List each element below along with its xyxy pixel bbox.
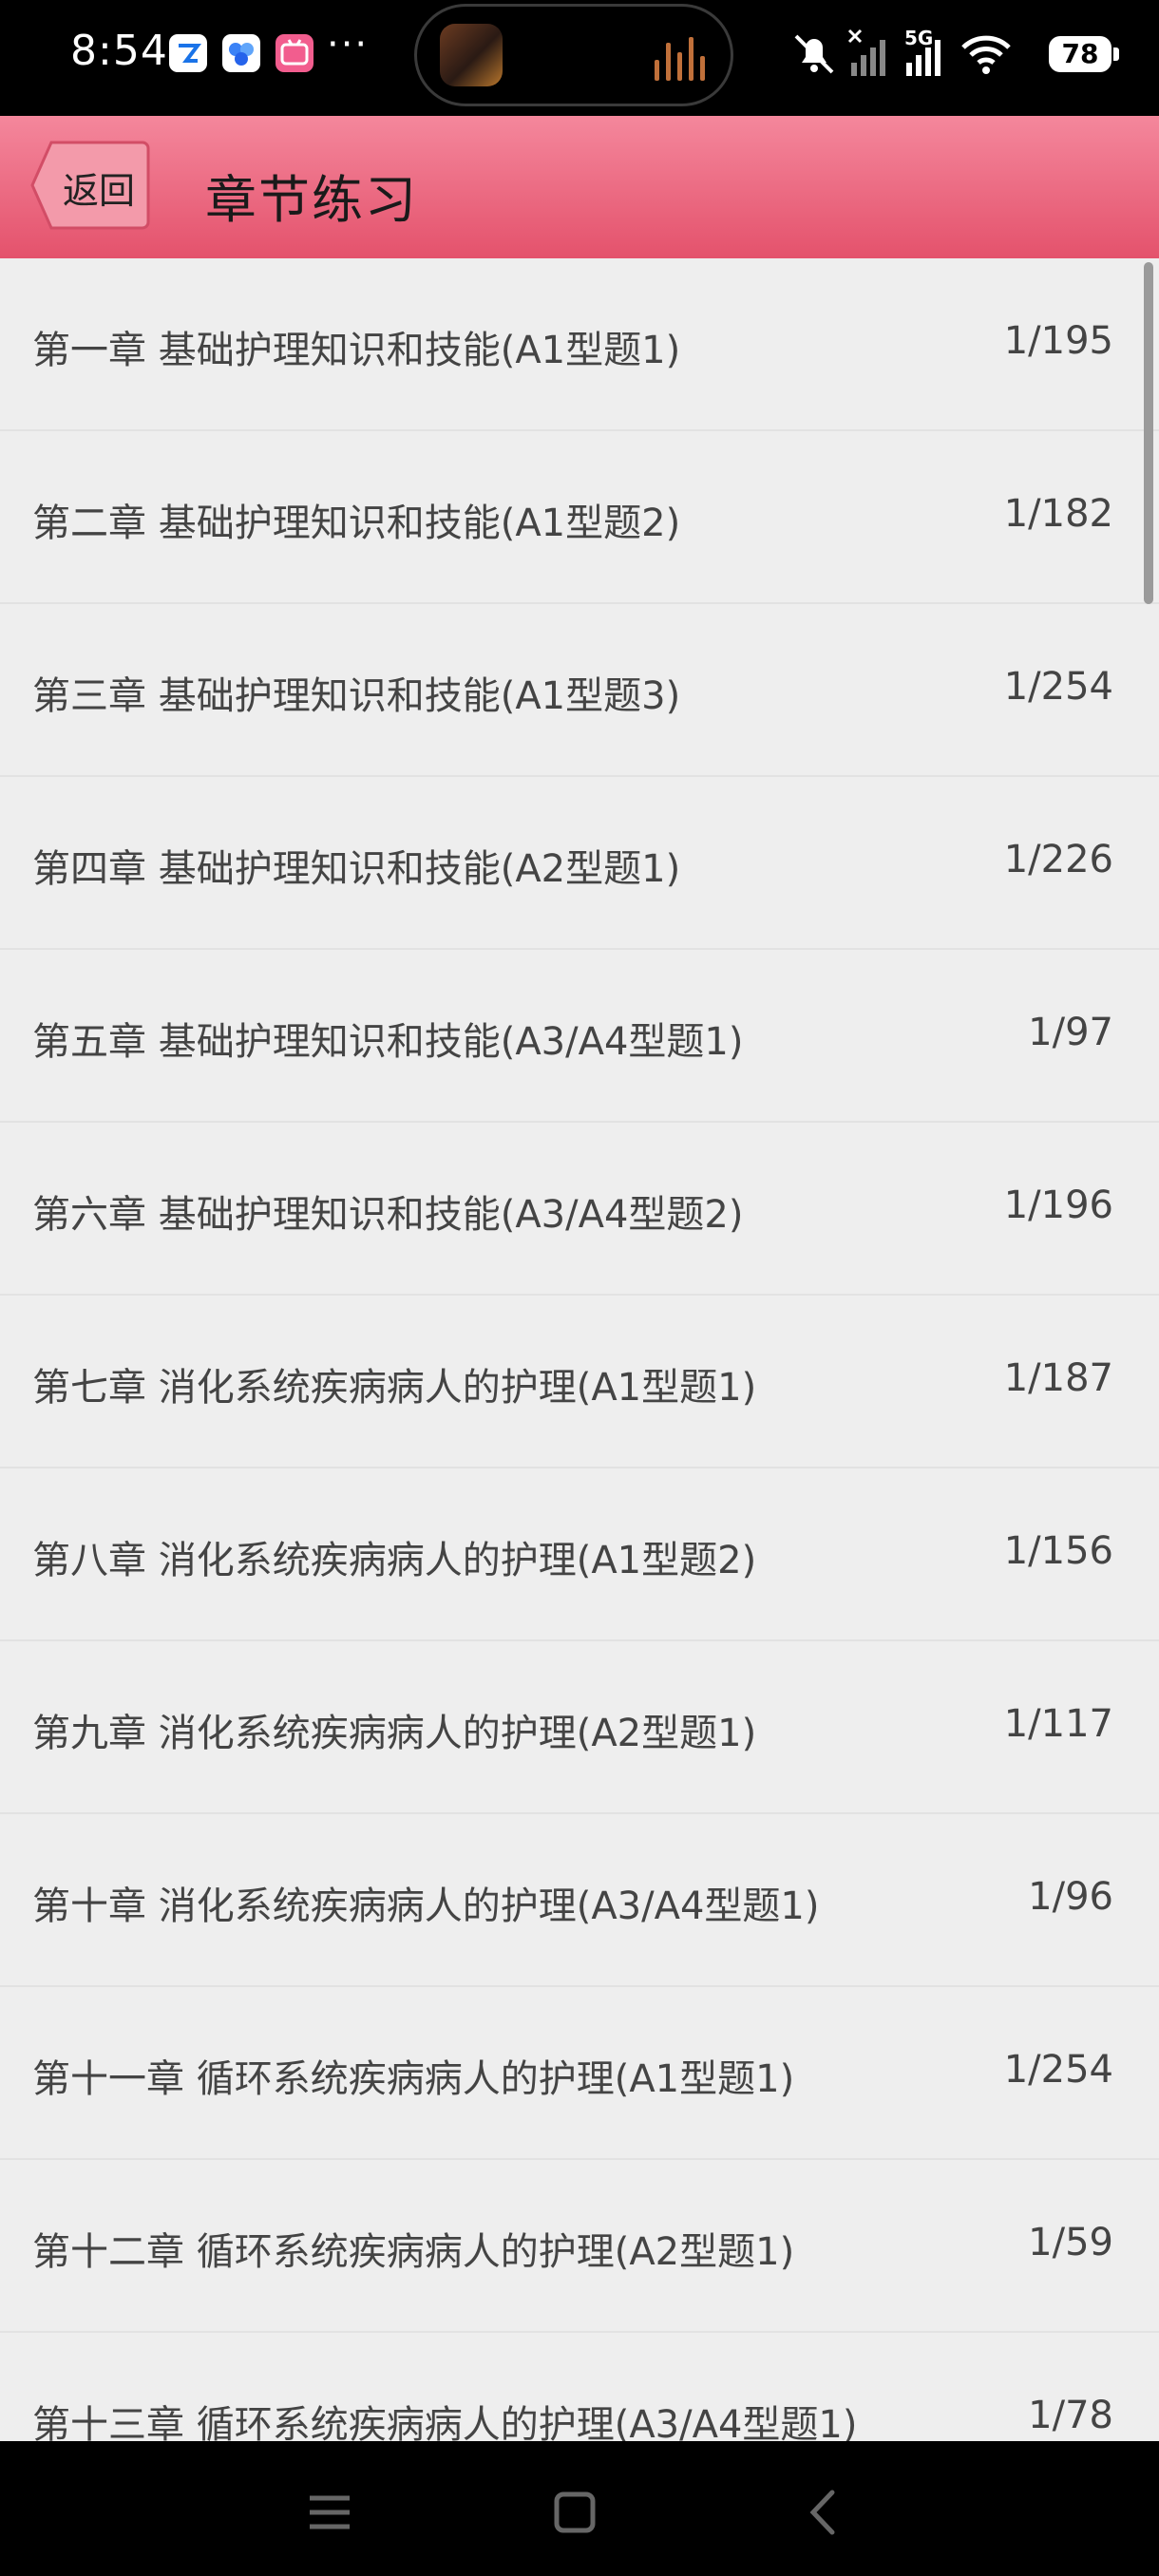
chapter-progress: 1/196 bbox=[1003, 1184, 1113, 1227]
back-label: 返回 bbox=[63, 170, 136, 212]
chapter-title: 第十一章 循环系统疾病病人的护理(A1型题1) bbox=[32, 2057, 795, 2101]
chapter-item[interactable]: 第十一章 循环系统疾病病人的护理(A1型题1) 1/254 bbox=[0, 1987, 1159, 2160]
menu-icon[interactable] bbox=[296, 2479, 363, 2546]
chapter-title: 第六章 基础护理知识和技能(A3/A4型题2) bbox=[32, 1193, 744, 1237]
chapter-item[interactable]: 第一章 基础护理知识和技能(A1型题1) 1/195 bbox=[0, 258, 1159, 431]
chapter-item[interactable]: 第二章 基础护理知识和技能(A1型题2) 1/182 bbox=[0, 431, 1159, 604]
chapter-title: 第二章 基础护理知识和技能(A1型题2) bbox=[32, 502, 681, 545]
bilibili-icon bbox=[276, 34, 314, 72]
wifi-icon bbox=[961, 35, 1011, 74]
chapter-item[interactable]: 第十三章 循环系统疾病病人的护理(A3/A4型题1) 1/78 bbox=[0, 2333, 1159, 2441]
more-notifications: ··· bbox=[327, 23, 370, 66]
chapter-title: 第十章 消化系统疾病病人的护理(A3/A4型题1) bbox=[32, 1885, 820, 1928]
chapter-progress: 1/226 bbox=[1003, 838, 1113, 881]
status-time: 8:54 bbox=[70, 27, 168, 75]
app-icon-1 bbox=[169, 34, 207, 72]
chapter-title: 第九章 消化系统疾病病人的护理(A2型题1) bbox=[32, 1712, 757, 1755]
signal-icon bbox=[906, 40, 940, 76]
chapter-progress: 1/254 bbox=[1003, 665, 1113, 709]
chapter-title: 第七章 消化系统疾病病人的护理(A1型题1) bbox=[32, 1366, 757, 1410]
home-icon[interactable] bbox=[542, 2479, 608, 2546]
chapter-title: 第八章 消化系统疾病病人的护理(A1型题2) bbox=[32, 1539, 757, 1582]
chapter-item[interactable]: 第五章 基础护理知识和技能(A3/A4型题1) 1/97 bbox=[0, 950, 1159, 1123]
chapter-progress: 1/182 bbox=[1003, 492, 1113, 536]
chapter-title: 第十二章 循环系统疾病病人的护理(A2型题1) bbox=[32, 2230, 795, 2274]
chapter-item[interactable]: 第十章 消化系统疾病病人的护理(A3/A4型题1) 1/96 bbox=[0, 1814, 1159, 1987]
chapter-list[interactable]: 第一章 基础护理知识和技能(A1型题1) 1/195 第二章 基础护理知识和技能… bbox=[0, 258, 1159, 2441]
chapter-progress: 1/97 bbox=[1028, 1011, 1113, 1054]
battery-tip bbox=[1113, 47, 1119, 61]
chapter-item[interactable]: 第八章 消化系统疾病病人的护理(A1型题2) 1/156 bbox=[0, 1468, 1159, 1641]
battery-icon: 78 bbox=[1049, 36, 1112, 72]
chapter-title: 第十三章 循环系统疾病病人的护理(A3/A4型题1) bbox=[32, 2403, 858, 2441]
media-thumbnail bbox=[440, 24, 503, 86]
chapter-item[interactable]: 第四章 基础护理知识和技能(A2型题1) 1/226 bbox=[0, 777, 1159, 950]
app-icon-2 bbox=[222, 34, 260, 72]
status-bar: 8:54 ··· 5G 78 bbox=[0, 0, 1159, 116]
system-nav-bar bbox=[0, 2441, 1159, 2576]
chapter-item[interactable]: 第七章 消化系统疾病病人的护理(A1型题1) 1/187 bbox=[0, 1296, 1159, 1468]
chapter-title: 第四章 基础护理知识和技能(A2型题1) bbox=[32, 847, 681, 891]
mute-icon bbox=[794, 34, 834, 74]
signal-off-icon bbox=[847, 28, 885, 76]
dynamic-island[interactable] bbox=[414, 4, 733, 106]
scrollbar-thumb[interactable] bbox=[1144, 262, 1153, 604]
chapter-title: 第三章 基础护理知识和技能(A1型题3) bbox=[32, 674, 681, 718]
chapter-progress: 1/59 bbox=[1028, 2221, 1113, 2264]
chapter-title: 第一章 基础护理知识和技能(A1型题1) bbox=[32, 329, 681, 372]
chapter-item[interactable]: 第十二章 循环系统疾病病人的护理(A2型题1) 1/59 bbox=[0, 2160, 1159, 2333]
chapter-title: 第五章 基础护理知识和技能(A3/A4型题1) bbox=[32, 1020, 744, 1064]
back-button[interactable]: 返回 bbox=[30, 141, 150, 230]
chapter-progress: 1/156 bbox=[1003, 1529, 1113, 1573]
chapter-progress: 1/187 bbox=[1003, 1356, 1113, 1400]
chapter-item[interactable]: 第三章 基础护理知识和技能(A1型题3) 1/254 bbox=[0, 604, 1159, 777]
chapter-progress: 1/117 bbox=[1003, 1702, 1113, 1746]
chapter-progress: 1/96 bbox=[1028, 1875, 1113, 1919]
chapter-item[interactable]: 第九章 消化系统疾病病人的护理(A2型题1) 1/117 bbox=[0, 1641, 1159, 1814]
chapter-progress: 1/78 bbox=[1028, 2394, 1113, 2437]
app-header: 返回 章节练习 bbox=[0, 116, 1159, 258]
audio-wave-icon bbox=[655, 35, 708, 81]
page-title: 章节练习 bbox=[205, 170, 418, 230]
back-nav-icon[interactable] bbox=[790, 2479, 857, 2546]
chapter-progress: 1/195 bbox=[1003, 319, 1113, 363]
chapter-progress: 1/254 bbox=[1003, 2048, 1113, 2092]
chapter-item[interactable]: 第六章 基础护理知识和技能(A3/A4型题2) 1/196 bbox=[0, 1123, 1159, 1296]
status-icons: 5G 78 bbox=[788, 21, 1119, 87]
